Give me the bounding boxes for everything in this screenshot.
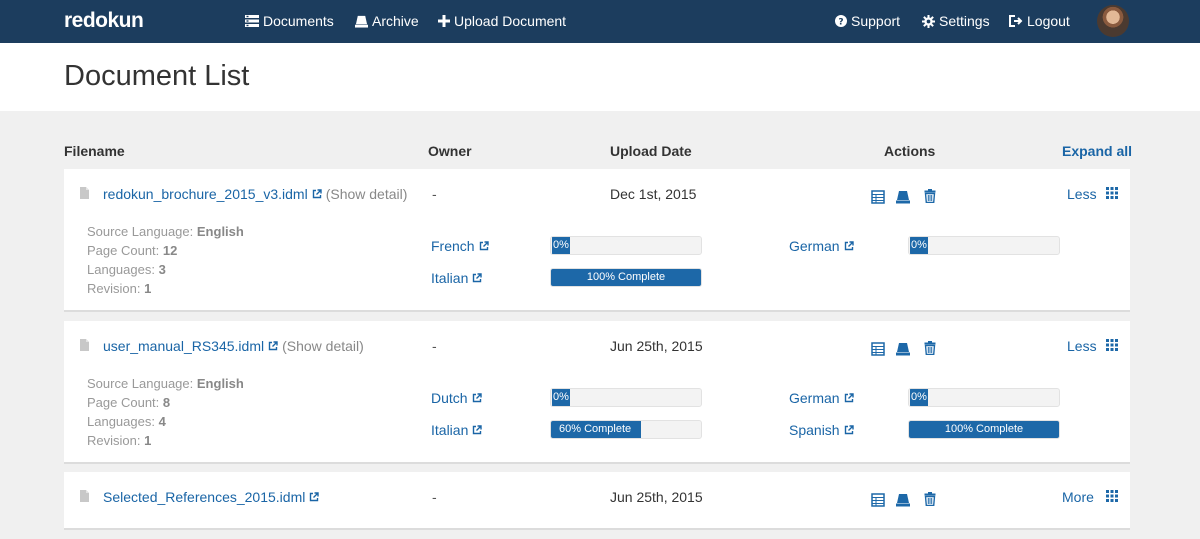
page-header: Document List [0,43,1200,111]
column-header-owner: Owner [428,143,472,159]
document-filename[interactable]: Selected_References_2015.idml [103,489,319,505]
document-owner: - [432,338,437,354]
column-header-upload-date: Upload Date [610,143,692,159]
external-link-icon [472,425,482,435]
column-header-filename: Filename [64,143,125,159]
document-owner: - [432,186,437,202]
trash-icon[interactable] [923,492,937,506]
nav-logout[interactable]: Logout [1009,13,1070,29]
external-link-icon [844,425,854,435]
progress-label: 0% [910,389,928,406]
translation-language-link[interactable]: Italian [431,422,482,438]
nav-documents[interactable]: Documents [245,13,334,29]
progress-label: 0% [552,389,570,406]
nav-support[interactable]: ? Support [835,13,900,29]
file-icon [80,187,89,199]
archive-icon[interactable] [896,342,910,356]
translation-progress-bar: 0% [550,388,702,407]
document-metadata: Source Language: English Page Count: 12 … [87,224,244,296]
progress-label: 0% [910,237,928,254]
external-link-icon[interactable] [312,189,322,199]
translation-progress-bar: 0% [908,236,1060,255]
expand-all-link[interactable]: Expand all [1062,143,1132,159]
archive-icon[interactable] [896,493,910,507]
translation-progress-bar: 100% Complete [550,268,702,287]
top-navbar: redokun Documents Archive Upload Documen… [0,0,1200,43]
archive-icon[interactable] [896,190,910,204]
nav-archive-label: Archive [372,13,419,29]
external-link-icon [844,241,854,251]
trash-icon[interactable] [923,189,937,203]
external-link-icon[interactable] [309,492,319,502]
file-icon [80,339,89,351]
grid-icon[interactable] [1106,490,1118,502]
translation-language-link[interactable]: German [789,238,854,254]
progress-label: 0% [552,237,570,254]
table-icon[interactable] [871,190,885,204]
plus-icon [438,15,450,27]
filename-link[interactable]: Selected_References_2015.idml [103,489,305,505]
translation-language-link[interactable]: German [789,390,854,406]
nav-archive[interactable]: Archive [355,13,419,29]
progress-label: 100% Complete [586,271,666,283]
document-filename[interactable]: user_manual_RS345.idml (Show detail) [103,338,364,354]
document-upload-date: Jun 25th, 2015 [610,489,703,505]
progress-label: 60% Complete [559,423,632,435]
question-circle-icon: ? [835,15,847,27]
translation-language-link[interactable]: Italian [431,270,482,286]
nav-support-label: Support [851,13,901,29]
show-detail-link[interactable]: (Show detail) [282,338,364,354]
nav-upload-document[interactable]: Upload Document [438,13,566,29]
document-row: redokun_brochure_2015_v3.idml (Show deta… [64,169,1130,312]
document-row: user_manual_RS345.idml (Show detail) - J… [64,321,1130,464]
external-link-icon [479,241,489,251]
nav-settings-label: Settings [939,13,990,29]
nav-settings[interactable]: Settings [922,13,990,29]
toggle-less-link[interactable]: Less [1067,186,1097,202]
document-filename[interactable]: redokun_brochure_2015_v3.idml (Show deta… [103,186,407,202]
logout-icon [1009,15,1023,27]
gear-icon [922,14,935,28]
document-upload-date: Jun 25th, 2015 [610,338,703,354]
grid-icon[interactable] [1106,339,1118,351]
table-icon[interactable] [871,342,885,356]
trash-icon[interactable] [923,341,937,355]
nav-logout-label: Logout [1027,13,1070,29]
translation-progress-bar: 0% [550,236,702,255]
svg-text:?: ? [838,18,843,28]
nav-documents-label: Documents [263,13,334,29]
translation-progress-bar: 0% [908,388,1060,407]
toggle-more-link[interactable]: More [1062,489,1094,505]
list-icon [245,15,259,27]
translation-language-link[interactable]: French [431,238,489,254]
external-link-icon[interactable] [268,341,278,351]
translation-progress-bar: 60% Complete [550,420,702,439]
grid-icon[interactable] [1106,187,1118,199]
external-link-icon [472,393,482,403]
page-title: Document List [64,60,250,92]
filename-link[interactable]: redokun_brochure_2015_v3.idml [103,186,308,202]
file-icon [80,490,89,502]
document-upload-date: Dec 1st, 2015 [610,186,697,202]
column-header-actions: Actions [884,143,936,159]
external-link-icon [472,273,482,283]
archive-icon [355,15,368,28]
translation-language-link[interactable]: Dutch [431,390,482,406]
document-owner: - [432,489,437,505]
brand-logo[interactable]: redokun [64,9,144,33]
nav-upload-label: Upload Document [454,13,567,29]
document-metadata: Source Language: English Page Count: 8 L… [87,376,244,448]
toggle-less-link[interactable]: Less [1067,338,1097,354]
avatar[interactable] [1097,5,1129,37]
progress-label: 100% Complete [944,423,1024,435]
external-link-icon [844,393,854,403]
show-detail-link[interactable]: (Show detail) [326,186,408,202]
table-icon[interactable] [871,493,885,507]
translation-progress-bar: 100% Complete [908,420,1060,439]
document-row: Selected_References_2015.idml - Jun 25th… [64,472,1130,530]
translation-language-link[interactable]: Spanish [789,422,854,438]
filename-link[interactable]: user_manual_RS345.idml [103,338,264,354]
